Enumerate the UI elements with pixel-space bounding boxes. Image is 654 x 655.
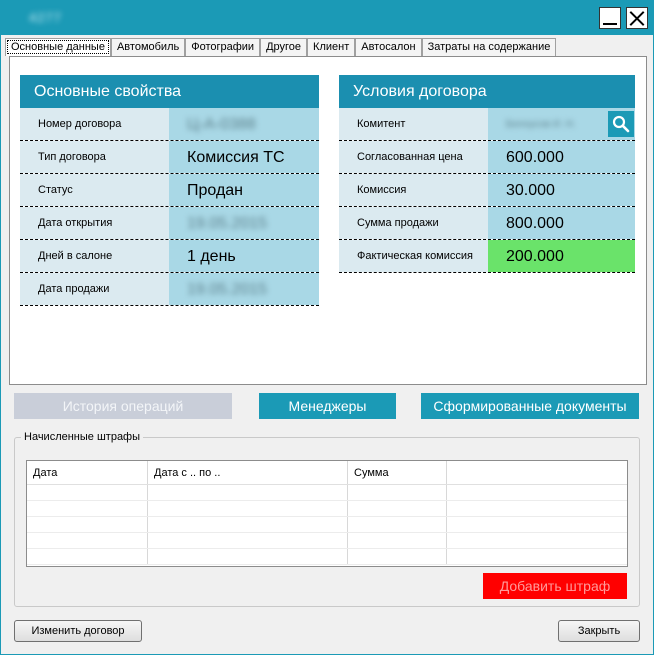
table-header: Дата Дата с .. по .. Сумма <box>27 461 627 485</box>
agreed-price-value: 600.000 <box>488 141 635 173</box>
table-row[interactable] <box>27 485 627 501</box>
sale-date-row: Дата продажи 19.05.2015 <box>20 273 319 306</box>
close-icon[interactable] <box>626 7 648 29</box>
column-header-date[interactable]: Дата <box>27 461 148 484</box>
days-in-salon-value: 1 день <box>169 240 319 272</box>
field-label: Дней в салоне <box>20 240 169 272</box>
add-fine-button[interactable]: Добавить штраф <box>483 573 627 599</box>
basic-properties-group: Основные свойства Номер договора Ц-А-038… <box>20 75 319 306</box>
close-button[interactable]: Закрыть <box>558 620 640 642</box>
table-row[interactable] <box>27 501 627 517</box>
tab-basic-data[interactable]: Основные данные <box>5 38 111 56</box>
consignor-value[interactable]: Белоусов И. Н. <box>488 108 635 140</box>
managers-button[interactable]: Менеджеры <box>259 393 396 419</box>
status-value: Продан <box>169 174 319 206</box>
column-header-amount[interactable]: Сумма <box>348 461 447 484</box>
column-header-period[interactable]: Дата с .. по .. <box>148 461 348 484</box>
contract-number-value: Ц-А-0388 <box>169 108 319 140</box>
actual-commission-row: Фактическая комиссия 200.000 <box>339 240 635 273</box>
minimize-icon[interactable] <box>599 7 621 29</box>
tab-car[interactable]: Автомобиль <box>110 38 186 56</box>
actual-commission-value: 200.000 <box>488 240 635 272</box>
field-label: Комиссия <box>339 174 488 206</box>
window: 4277 Основные данные Автомобиль Фотограф… <box>0 0 654 655</box>
search-icon[interactable] <box>608 111 634 137</box>
tab-photos[interactable]: Фотографии <box>185 38 261 56</box>
table-row[interactable] <box>27 549 627 565</box>
commission-value: 30.000 <box>488 174 635 206</box>
field-label: Фактическая комиссия <box>339 240 488 272</box>
contract-type-value: Комиссия ТС <box>169 141 319 173</box>
field-label: Дата открытия <box>20 207 169 239</box>
tab-bar: Основные данные Автомобиль Фотографии Др… <box>5 38 557 56</box>
field-label: Тип договора <box>20 141 169 173</box>
window-title: 4277 <box>29 10 62 25</box>
basic-properties-header: Основные свойства <box>20 75 319 108</box>
consignor-row: Комитент Белоусов И. Н. <box>339 108 635 141</box>
field-label: Сумма продажи <box>339 207 488 239</box>
contract-terms-header: Условия договора <box>339 75 635 108</box>
field-label: Комитент <box>339 108 488 140</box>
open-date-value: 19.05.2015 <box>169 207 319 239</box>
basic-data-panel: Основные свойства Номер договора Ц-А-038… <box>9 56 647 385</box>
sale-amount-row: Сумма продажи 800.000 <box>339 207 635 240</box>
contract-number-row: Номер договора Ц-А-0388 <box>20 108 319 141</box>
field-label: Номер договора <box>20 108 169 140</box>
contract-type-row: Тип договора Комиссия ТС <box>20 141 319 174</box>
days-in-salon-row: Дней в салоне 1 день <box>20 240 319 273</box>
field-label: Статус <box>20 174 169 206</box>
agreed-price-row: Согласованная цена 600.000 <box>339 141 635 174</box>
change-contract-button[interactable]: Изменить договор <box>14 620 142 642</box>
tab-other[interactable]: Другое <box>260 38 308 56</box>
title-bar[interactable]: 4277 <box>1 1 653 35</box>
generated-documents-button[interactable]: Сформированные документы <box>421 393 639 419</box>
field-label: Согласованная цена <box>339 141 488 173</box>
commission-row: Комиссия 30.000 <box>339 174 635 207</box>
tab-client[interactable]: Клиент <box>307 38 356 56</box>
table-row[interactable] <box>27 517 627 533</box>
tab-maintenance-costs[interactable]: Затраты на содержание <box>421 38 557 56</box>
operations-history-button[interactable]: История операций <box>14 393 232 419</box>
status-row: Статус Продан <box>20 174 319 207</box>
tab-dealership[interactable]: Автосалон <box>355 38 422 56</box>
fines-legend: Начисленные штрафы <box>21 431 144 443</box>
contract-terms-group: Условия договора Комитент Белоусов И. Н.… <box>339 75 635 273</box>
fines-table[interactable]: Дата Дата с .. по .. Сумма <box>26 460 628 567</box>
table-row[interactable] <box>27 533 627 549</box>
column-header-empty <box>447 461 627 484</box>
field-label: Дата продажи <box>20 273 169 305</box>
open-date-row: Дата открытия 19.05.2015 <box>20 207 319 240</box>
sale-amount-value: 800.000 <box>488 207 635 239</box>
sale-date-value: 19.05.2015 <box>169 273 319 305</box>
